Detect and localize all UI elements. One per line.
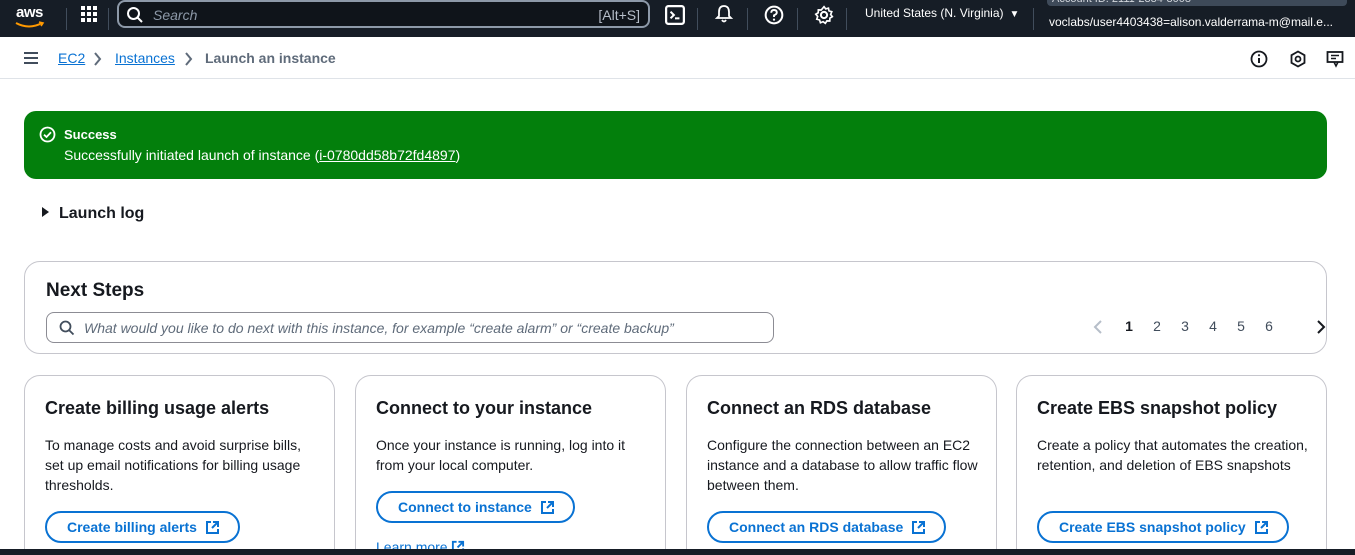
card-title: Create EBS snapshot policy [1037, 398, 1278, 418]
breadcrumb-ec2[interactable]: EC2 [58, 50, 85, 66]
region-selector[interactable]: United States (N. Virginia) ▼ [865, 6, 1019, 20]
settings-hexagon-icon[interactable] [1289, 50, 1307, 68]
card-title: Connect to your instance [376, 398, 593, 418]
nav-divider [747, 8, 748, 30]
external-link-icon [912, 521, 926, 534]
connect-rds-database-button[interactable]: Connect an RDS database [707, 511, 947, 543]
aws-logo-text: aws [16, 4, 43, 21]
external-link-icon [540, 501, 554, 514]
flash-title: Success [64, 127, 117, 142]
card-description: Create a policy that automates the creat… [1037, 437, 1308, 473]
gear-icon[interactable] [814, 5, 834, 25]
nav-divider [66, 8, 67, 30]
top-navigation: aws Search [Alt+S] United States (N. Vir… [0, 0, 1355, 37]
search-placeholder: Search [153, 7, 198, 23]
page-5[interactable]: 5 [1233, 318, 1249, 334]
account-user: voclabs/user4403438=alison.valderrama-m@… [1049, 15, 1333, 29]
create-ebs-snapshot-policy-button[interactable]: Create EBS snapshot policy [1037, 511, 1289, 543]
nav-divider [1033, 8, 1034, 30]
flash-message: Successfully initiated launch of instanc… [64, 147, 460, 163]
button-label: Create billing alerts [67, 519, 197, 535]
external-link-icon [1254, 521, 1268, 534]
button-label: Connect to instance [398, 499, 532, 515]
connect-to-instance-button[interactable]: Connect to instance [376, 491, 575, 523]
help-icon[interactable] [764, 5, 784, 25]
page-2[interactable]: 2 [1149, 318, 1165, 334]
page-6[interactable]: 6 [1261, 318, 1277, 334]
services-menu-icon[interactable] [80, 5, 100, 25]
success-flash: Success Successfully initiated launch of… [24, 111, 1327, 179]
nav-divider [797, 8, 798, 30]
next-steps-title: Next Steps [46, 280, 145, 301]
caret-right-icon [42, 207, 49, 217]
card-description: Configure the connection between an EC2 … [707, 437, 978, 493]
cloudshell-icon[interactable] [665, 5, 685, 25]
launch-log-expander[interactable]: Launch log [42, 205, 144, 223]
feedback-icon[interactable] [1326, 50, 1344, 68]
launch-log-label: Launch log [59, 205, 145, 222]
instance-id-link[interactable]: i-0780dd58b72fd4897 [319, 147, 455, 163]
search-shortcut: [Alt+S] [598, 7, 640, 23]
button-label: Create EBS snapshot policy [1059, 519, 1246, 535]
caret-down-icon: ▼ [1009, 9, 1020, 20]
chevron-right-icon [185, 52, 193, 66]
bell-icon[interactable] [714, 4, 734, 24]
next-steps-panel: Next Steps What would you like to do nex… [24, 261, 1327, 354]
card-description: Once your instance is running, log into … [376, 437, 626, 473]
global-search-input[interactable]: Search [Alt+S] [117, 0, 650, 28]
create-billing-alerts-button[interactable]: Create billing alerts [45, 511, 240, 543]
breadcrumb-instances[interactable]: Instances [115, 50, 175, 66]
search-icon [127, 7, 143, 23]
next-steps-search-input[interactable]: What would you like to do next with this… [46, 312, 774, 343]
card-title: Create billing usage alerts [45, 398, 270, 418]
card-description: To manage costs and avoid surprise bills… [45, 437, 302, 493]
flash-message-suffix: ) [455, 147, 461, 163]
account-menu[interactable]: Account ID: 2111-2334-3008 voclabs/user4… [1043, 0, 1355, 37]
aws-logo[interactable]: aws [14, 3, 50, 31]
card-ebs-snapshot-policy: Create EBS snapshot policy Create a poli… [1016, 375, 1327, 555]
page-4[interactable]: 4 [1205, 318, 1221, 334]
chevron-right-icon[interactable] [1316, 319, 1326, 335]
chevron-right-icon [94, 52, 102, 66]
button-label: Connect an RDS database [729, 519, 904, 535]
nav-divider [108, 8, 109, 30]
search-icon [59, 320, 75, 336]
account-id: Account ID: 2111-2334-3008 [1047, 0, 1347, 6]
chevron-left-icon[interactable] [1093, 319, 1103, 335]
next-steps-search-placeholder: What would you like to do next with this… [84, 320, 674, 336]
breadcrumb-current: Launch an instance [205, 50, 336, 66]
card-connect-rds: Connect an RDS database Configure the co… [686, 375, 997, 555]
menu-icon[interactable] [24, 52, 38, 64]
nav-divider [697, 8, 698, 30]
aws-smile-icon [15, 21, 45, 28]
info-icon[interactable] [1250, 50, 1268, 68]
nav-divider [846, 8, 847, 30]
region-label: United States (N. Virginia) [865, 6, 1004, 20]
success-check-icon [39, 126, 56, 143]
footer-bar [0, 549, 1355, 555]
external-link-icon [205, 521, 219, 534]
card-billing-alerts: Create billing usage alerts To manage co… [24, 375, 335, 555]
card-title: Connect an RDS database [707, 398, 932, 418]
page-3[interactable]: 3 [1177, 318, 1193, 334]
flash-message-prefix: Successfully initiated launch of instanc… [64, 147, 320, 163]
card-connect-instance: Connect to your instance Once your insta… [355, 375, 666, 555]
page-1[interactable]: 1 [1121, 318, 1137, 334]
breadcrumb-bar: EC2 Instances Launch an instance [0, 37, 1355, 79]
